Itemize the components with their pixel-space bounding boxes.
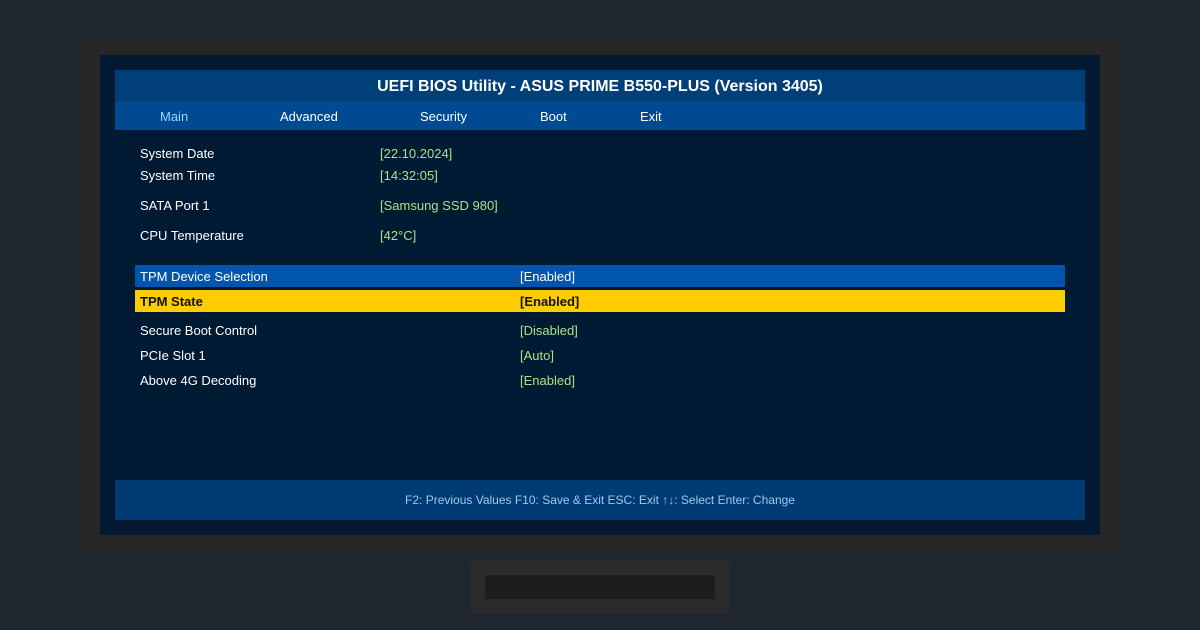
secure-boot-control-value[interactable]: [Disabled] [520, 323, 578, 339]
tpm-device-selection-value: [Enabled] [520, 269, 575, 284]
sata-port-1-value: [Samsung SSD 980] [380, 198, 498, 213]
system-date-value[interactable]: [22.10.2024] [380, 146, 452, 162]
setting-tpm-state[interactable]: TPM State [Enabled] [135, 290, 1065, 312]
system-time-label: System Time [140, 168, 216, 183]
menu-advanced[interactable]: Advanced [280, 102, 338, 130]
secure-boot-control-label: Secure Boot Control [140, 323, 258, 338]
bios-title: UEFI BIOS Utility - ASUS PRIME B550-PLUS… [115, 70, 1085, 102]
system-date-label: System Date [140, 146, 215, 161]
tpm-state-label: TPM State [140, 294, 203, 309]
setting-tpm-device-selection[interactable]: TPM Device Selection [Enabled] [135, 265, 1065, 287]
tpm-device-selection-label: TPM Device Selection [140, 269, 268, 284]
monitor-stand-slot [485, 575, 715, 599]
above-4g-decoding-label: Above 4G Decoding [140, 373, 257, 388]
pcie-slot-1-label: PCIe Slot 1 [140, 348, 206, 363]
bios-window: UEFI BIOS Utility - ASUS PRIME B550-PLUS… [115, 70, 1085, 520]
tpm-state-value: [Enabled] [520, 294, 580, 309]
system-time-value[interactable]: [14:32:05] [380, 168, 438, 184]
above-4g-decoding-value[interactable]: [Enabled] [520, 373, 575, 389]
menu-main[interactable]: Main [160, 102, 188, 130]
menu-bar: Main Advanced Security Boot Exit [115, 102, 1085, 130]
pcie-slot-1-value[interactable]: [Auto] [520, 348, 554, 364]
menu-security[interactable]: Security [420, 102, 467, 130]
menu-boot[interactable]: Boot [540, 102, 567, 130]
menu-exit[interactable]: Exit [640, 102, 662, 130]
cpu-temperature-label: CPU Temperature [140, 228, 244, 243]
sata-port-1-label: SATA Port 1 [140, 198, 210, 213]
status-bar-hints: F2: Previous Values F10: Save & Exit ESC… [115, 480, 1085, 520]
cpu-temperature-value: [42°C] [380, 228, 417, 243]
